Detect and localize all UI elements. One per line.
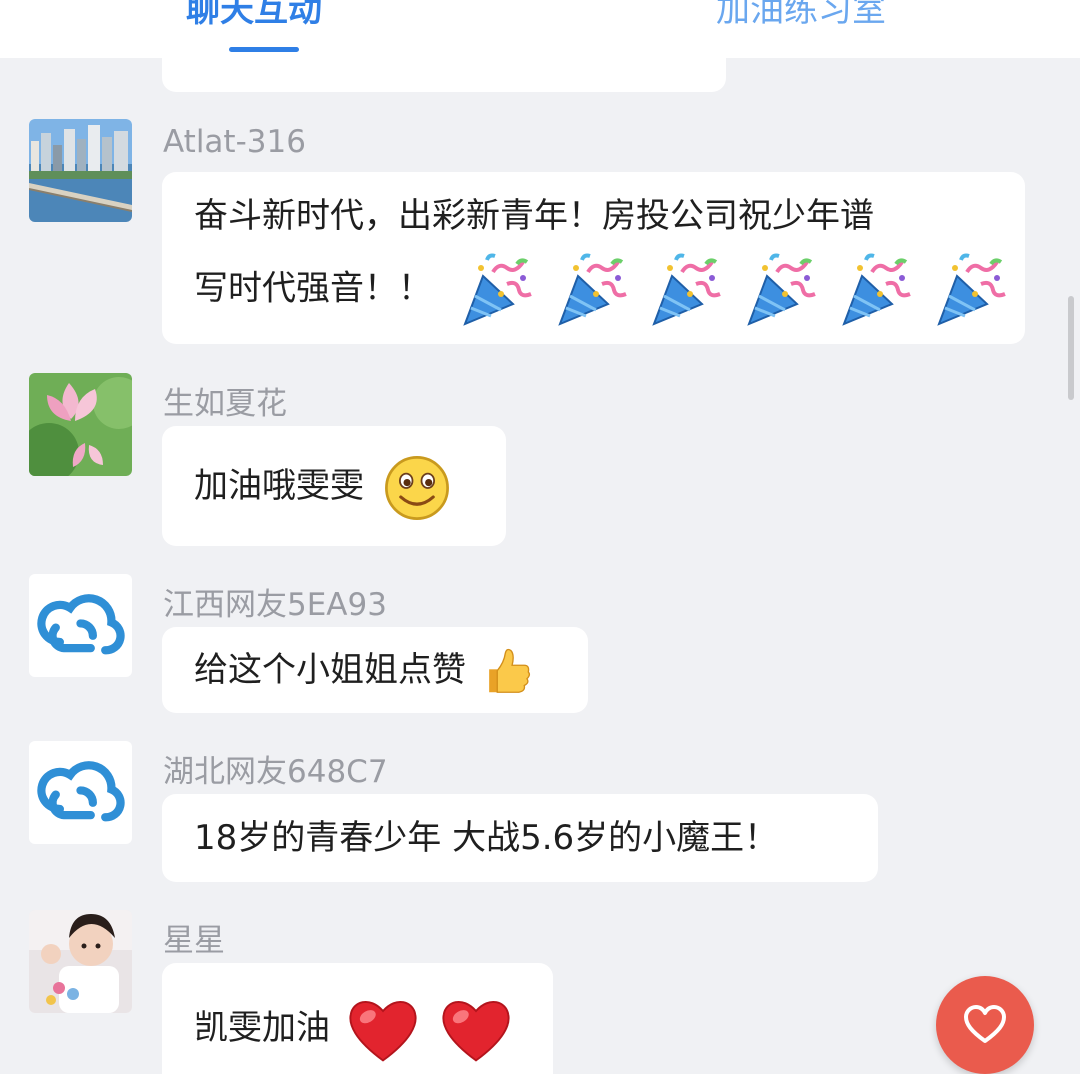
message-text: 加油哦雯雯 (194, 466, 364, 506)
avatar[interactable] (29, 119, 132, 222)
tab-practice-room[interactable]: 加油练习室 (716, 0, 886, 31)
avatar[interactable] (29, 910, 132, 1013)
username[interactable]: 湖北网友648C7 (163, 746, 388, 791)
message-text: 写时代强音！！ (194, 268, 432, 309)
like-button[interactable] (936, 976, 1034, 1074)
username[interactable]: 生如夏花 (163, 378, 287, 423)
smile-emoji (381, 452, 453, 524)
username[interactable]: 星星 (163, 915, 225, 960)
avatar[interactable] (29, 574, 132, 677)
party-popper-emoji (457, 250, 537, 330)
tab-chat[interactable]: 聊天互动 (186, 0, 322, 31)
heart-outline-icon (964, 1005, 1006, 1043)
red-heart-emoji (438, 992, 514, 1068)
scrollbar[interactable] (1068, 296, 1074, 400)
message-text: 给这个小姐姐点赞 (194, 650, 466, 690)
message-bubble[interactable]: 凯雯加油 (162, 963, 553, 1074)
thumbs-up-emoji (477, 645, 531, 699)
avatar[interactable] (29, 741, 132, 844)
cloud-logo-icon (29, 741, 132, 844)
message-bubble[interactable]: 奋斗新时代，出彩新青年！房投公司祝少年谱 写时代强音！！ (162, 172, 1025, 344)
lotus-flower-photo (29, 373, 132, 476)
active-tab-indicator (229, 47, 299, 52)
message-line-2: 写时代强音！！ (194, 250, 993, 330)
cloud-logo-icon (29, 574, 132, 677)
message-bubble[interactable]: 加油哦雯雯 (162, 426, 506, 546)
city-bridge-photo (29, 119, 132, 222)
message-bubble[interactable]: 给这个小姐姐点赞 (162, 627, 588, 713)
party-popper-emoji (552, 250, 632, 330)
message-text: 奋斗新时代，出彩新青年！房投公司祝少年谱 (194, 196, 874, 236)
username[interactable]: 江西网友5EA93 (163, 579, 387, 624)
tab-bar: 聊天互动 加油练习室 (0, 0, 1080, 58)
message-text: 18岁的青春少年 大战5.6岁的小魔王！ (194, 818, 779, 858)
avatar[interactable] (29, 373, 132, 476)
party-popper-emoji (836, 250, 916, 330)
red-heart-emoji (345, 992, 421, 1068)
message-bubble-partial (162, 58, 726, 92)
party-popper-emoji (931, 250, 1011, 330)
message-bubble[interactable]: 18岁的青春少年 大战5.6岁的小魔王！ (162, 794, 878, 882)
child-photo (29, 910, 132, 1013)
party-popper-emoji (646, 250, 726, 330)
party-popper-emoji (741, 250, 821, 330)
chat-feed[interactable]: Atlat-316 奋斗新时代，出彩新青年！房投公司祝少年谱 写时代强音！！ 生… (0, 58, 1080, 1074)
message-text: 凯雯加油 (194, 1008, 330, 1048)
username[interactable]: Atlat-316 (163, 124, 306, 160)
